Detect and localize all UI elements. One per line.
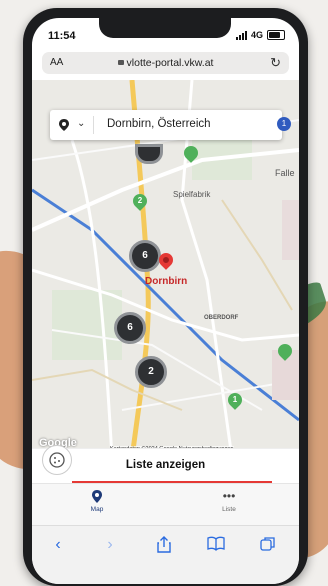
tab-map-label: Map bbox=[90, 506, 104, 513]
reload-icon[interactable]: ↻ bbox=[270, 55, 281, 71]
back-icon[interactable]: ‹ bbox=[46, 536, 70, 558]
charging-station-pin[interactable]: 2 bbox=[130, 191, 150, 211]
map-label-oberdorf: OBERDORF bbox=[204, 315, 239, 321]
show-list-label: Liste anzeigen bbox=[125, 459, 206, 471]
status-time: 11:54 bbox=[48, 30, 76, 42]
lock-icon bbox=[117, 60, 124, 65]
map-pin-icon bbox=[92, 490, 102, 503]
charging-station-pin[interactable]: 1 bbox=[225, 390, 245, 410]
station-cluster[interactable]: 6 bbox=[129, 240, 161, 272]
chevron-down-icon[interactable]: ⌄ bbox=[77, 118, 85, 129]
location-value[interactable]: Dornbirn, Österreich bbox=[107, 118, 211, 130]
more-dots-icon: ••• bbox=[222, 489, 236, 503]
cookie-icon bbox=[49, 452, 65, 468]
location-selector[interactable]: ⌄ Dornbirn, Österreich bbox=[50, 110, 282, 140]
tab-bar: Map ••• Liste bbox=[32, 483, 299, 526]
network-type: 4G bbox=[250, 30, 263, 40]
url-bar[interactable]: AA vlotte-portal.vkw.at ↻ bbox=[42, 52, 289, 74]
share-icon[interactable] bbox=[152, 536, 176, 558]
signal-icon bbox=[235, 30, 247, 40]
phone-notch bbox=[99, 18, 231, 38]
phone-screen: 11:54 4G AA vlotte-portal.vkw.at ↻ Spiel… bbox=[32, 18, 299, 584]
battery-icon bbox=[267, 30, 285, 40]
phone-frame: 11:54 4G AA vlotte-portal.vkw.at ↻ Spiel… bbox=[23, 8, 308, 586]
notification-badge[interactable]: 1 bbox=[277, 117, 291, 131]
tab-list-label: Liste bbox=[222, 506, 236, 513]
map-label-falle: Falle bbox=[275, 168, 295, 178]
map-label-dornbirn: Dornbirn bbox=[145, 276, 188, 287]
status-indicators: 4G bbox=[235, 30, 285, 40]
tab-list[interactable]: ••• Liste bbox=[199, 489, 259, 514]
location-pin-icon bbox=[59, 119, 69, 131]
url-value: vlotte-portal.vkw.at bbox=[126, 57, 214, 69]
station-cluster[interactable]: 2 bbox=[135, 356, 167, 388]
map-label-spielfabrik: Spielfabrik bbox=[173, 190, 211, 199]
tabs-icon[interactable] bbox=[256, 536, 280, 558]
bookmarks-icon[interactable] bbox=[204, 536, 228, 558]
station-cluster[interactable] bbox=[135, 144, 163, 164]
tab-map[interactable]: Map bbox=[67, 490, 127, 513]
forward-icon[interactable]: › bbox=[98, 536, 122, 558]
show-list-button[interactable]: Liste anzeigen bbox=[32, 448, 299, 483]
divider bbox=[93, 116, 94, 134]
cookie-settings-button[interactable] bbox=[42, 445, 72, 475]
station-cluster[interactable]: 6 bbox=[114, 312, 146, 344]
url-text: vlotte-portal.vkw.at bbox=[42, 57, 289, 69]
browser-toolbar: ‹ › bbox=[32, 525, 299, 584]
